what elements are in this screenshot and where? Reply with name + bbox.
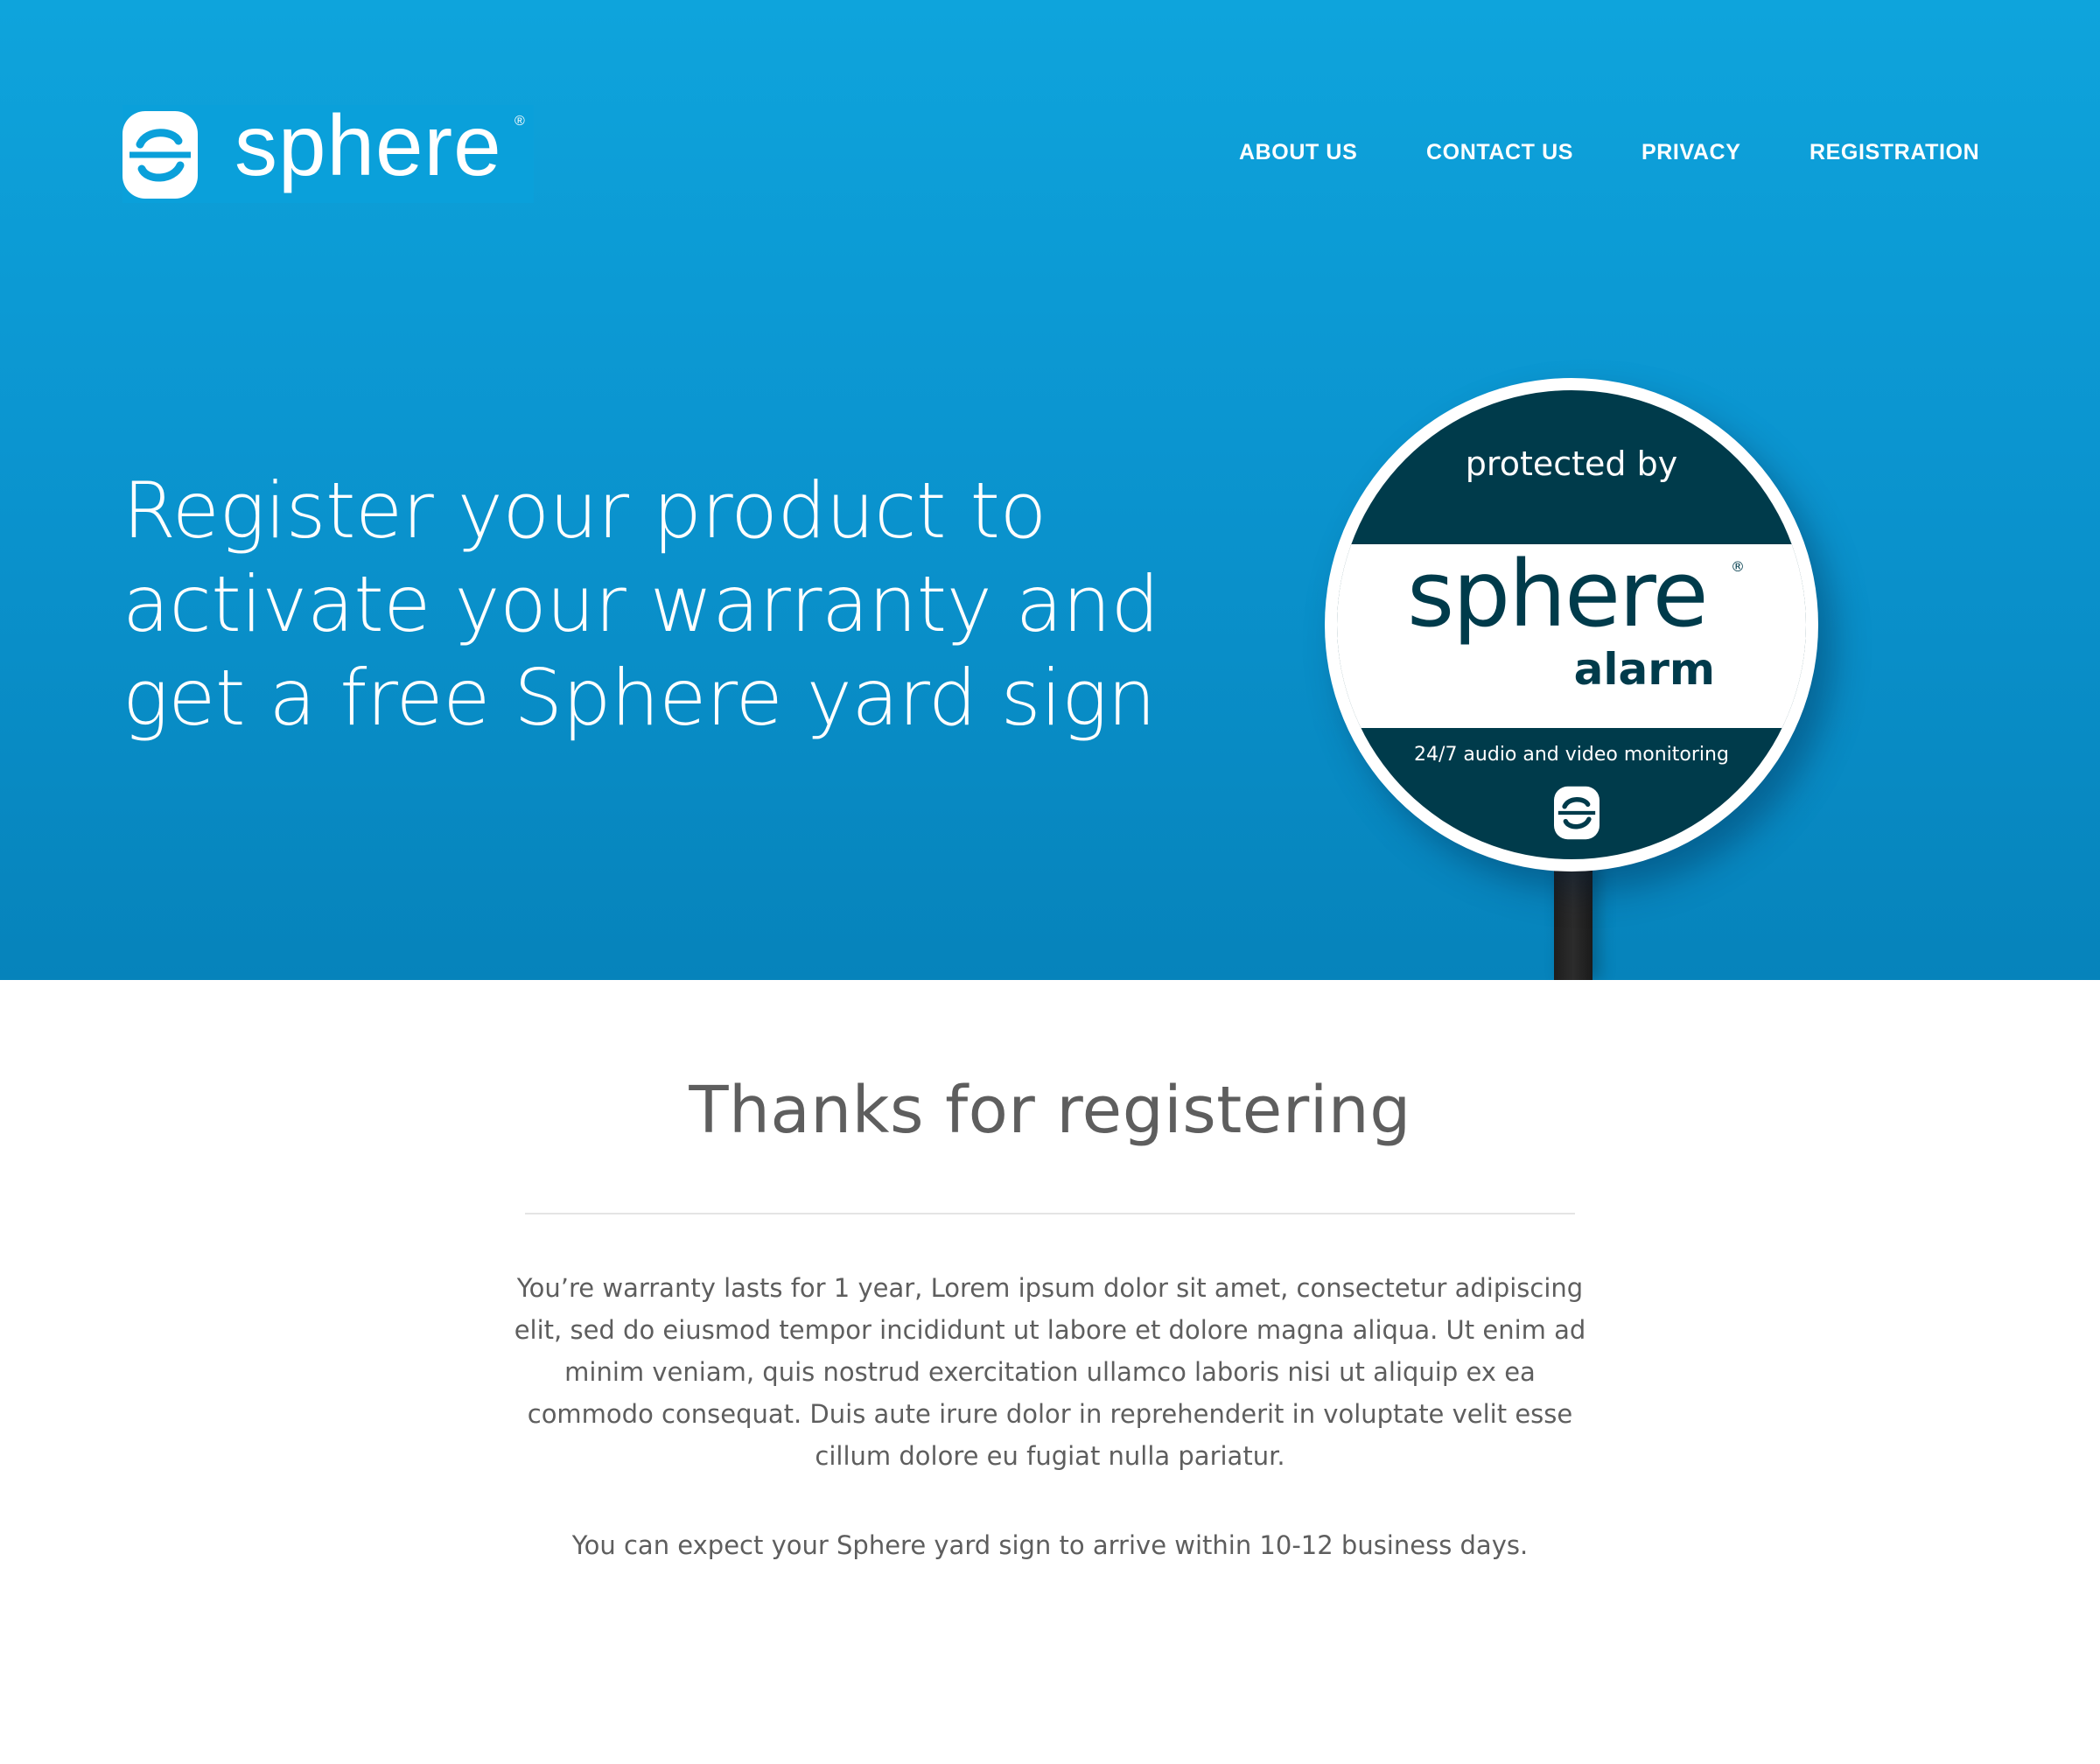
yard-sign-post — [1554, 858, 1592, 980]
warranty-paragraph: You’re warranty lasts for 1 year, Lorem … — [514, 1273, 1586, 1471]
nav-about-us[interactable]: ABOUT US — [1239, 140, 1357, 165]
logo-registered-mark: ® — [514, 114, 525, 129]
yard-sign-brand: sphere — [1407, 541, 1709, 648]
yard-sign-subtitle: alarm — [1573, 644, 1715, 695]
hero-banner: sphere ® ABOUT US CONTACT US PRIVACY REG… — [0, 0, 2100, 980]
page-title: Thanks for registering — [689, 1073, 1411, 1148]
yard-sign-image: protected by sphere ® alarm 24/7 audio a… — [1325, 378, 1818, 872]
nav-contact-us[interactable]: CONTACT US — [1426, 140, 1573, 165]
shipping-note: You can expect your Sphere yard sign to … — [571, 1530, 1529, 1560]
nav-privacy[interactable]: PRIVACY — [1642, 140, 1740, 165]
hero-heading-line: get a free Sphere yard sign — [122, 653, 1156, 743]
hero-heading-line: Register your product to — [122, 466, 1046, 556]
hero-heading-line: activate your warranty and — [122, 559, 1159, 649]
sphere-logo-icon — [122, 111, 198, 199]
sphere-logo[interactable]: sphere ® — [122, 97, 534, 203]
sphere-logo-icon — [1554, 786, 1600, 840]
hero-heading: Register your product to activate your w… — [122, 464, 1260, 745]
yard-sign-registered-mark: ® — [1731, 558, 1745, 575]
nav-registration[interactable]: REGISTRATION — [1810, 140, 1979, 165]
logo-wordmark: sphere — [234, 97, 502, 193]
yard-sign-face: protected by sphere ® alarm 24/7 audio a… — [1337, 390, 1806, 859]
yard-sign-bottom-text: 24/7 audio and video monitoring — [1414, 744, 1729, 766]
yard-sign-top-text: protected by — [1465, 444, 1678, 483]
divider — [525, 1213, 1575, 1214]
